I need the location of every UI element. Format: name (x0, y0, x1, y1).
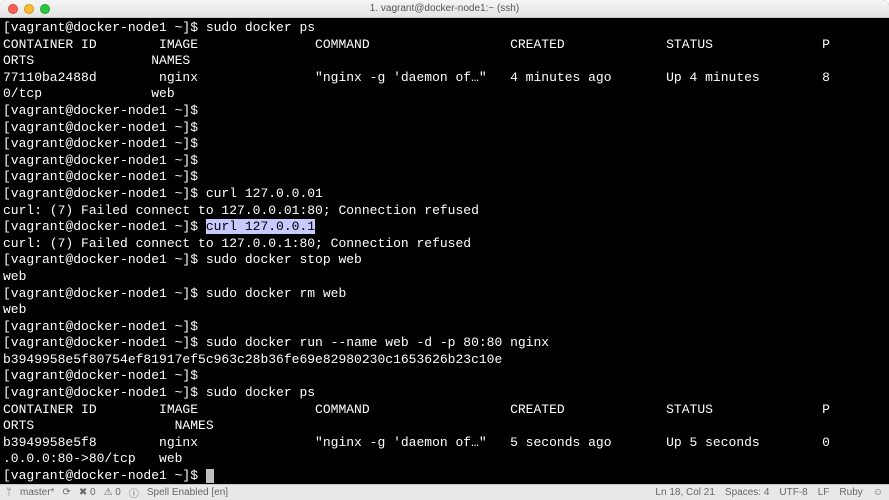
statusbar: ᛘ master* ⟳ ✖ 0 ⚠ 0 ⓘ Spell Enabled [en]… (0, 484, 889, 500)
titlebar: 1. vagrant@docker-node1:~ (ssh) (0, 0, 889, 18)
sync-button[interactable]: ⟳ (62, 487, 70, 498)
terminal-line: [vagrant@docker-node1 ~]$ (3, 153, 886, 170)
terminal-line: [vagrant@docker-node1 ~]$ (3, 120, 886, 137)
warnings-count[interactable]: ⚠ 0 (104, 487, 121, 498)
window: 1. vagrant@docker-node1:~ (ssh) [vagrant… (0, 0, 889, 500)
eol[interactable]: LF (818, 487, 830, 498)
terminal-line: [vagrant@docker-node1 ~]$ (3, 368, 886, 385)
terminal-line: [vagrant@docker-node1 ~]$ sudo docker rm… (3, 286, 886, 303)
terminal-line: [vagrant@docker-node1 ~]$ (3, 103, 886, 120)
terminal-line: [vagrant@docker-node1 ~]$ sudo docker st… (3, 252, 886, 269)
terminal-line: [vagrant@docker-node1 ~]$ sudo docker ps (3, 385, 886, 402)
branch-icon: ᛘ (6, 487, 12, 498)
spell-label[interactable]: Spell Enabled [en] (147, 487, 228, 498)
encoding[interactable]: UTF-8 (779, 487, 807, 498)
traffic-lights (8, 4, 50, 14)
terminal-line: CONTAINER ID IMAGE COMMAND CREATED STATU… (3, 37, 886, 54)
feedback-icon[interactable]: ☺ (873, 487, 883, 498)
terminal[interactable]: [vagrant@docker-node1 ~]$ sudo docker ps… (0, 18, 889, 484)
terminal-line: 77110ba2488d nginx "nginx -g 'daemon of…… (3, 70, 886, 87)
terminal-line: [vagrant@docker-node1 ~]$ (3, 319, 886, 336)
terminal-line: b3949958e5f8 nginx "nginx -g 'daemon of…… (3, 435, 886, 452)
info-icon: ⓘ (129, 485, 139, 500)
window-title: 1. vagrant@docker-node1:~ (ssh) (370, 3, 519, 14)
selection: curl 127.0.0.1 (206, 219, 315, 234)
terminal-line: [vagrant@docker-node1 ~]$ sudo docker ps (3, 20, 886, 37)
minimize-icon[interactable] (24, 4, 34, 14)
zoom-icon[interactable] (40, 4, 50, 14)
terminal-line: ORTS NAMES (3, 418, 886, 435)
indentation[interactable]: Spaces: 4 (725, 487, 769, 498)
terminal-line: [vagrant@docker-node1 ~]$ (3, 468, 886, 484)
close-icon[interactable] (8, 4, 18, 14)
errors-count[interactable]: ✖ 0 (79, 487, 96, 498)
cursor (206, 469, 214, 483)
git-branch[interactable]: master* (20, 487, 54, 498)
terminal-line: curl: (7) Failed connect to 127.0.0.1:80… (3, 236, 886, 253)
terminal-line: [vagrant@docker-node1 ~]$ sudo docker ru… (3, 335, 886, 352)
terminal-line: .0.0.0:80->80/tcp web (3, 451, 886, 468)
terminal-line: b3949958e5f80754ef81917ef5c963c28b36fe69… (3, 352, 886, 369)
terminal-line: curl: (7) Failed connect to 127.0.0.01:8… (3, 203, 886, 220)
terminal-line: [vagrant@docker-node1 ~]$ curl 127.0.0.0… (3, 186, 886, 203)
terminal-line: [vagrant@docker-node1 ~]$ curl 127.0.0.1 (3, 219, 886, 236)
terminal-line: web (3, 269, 886, 286)
terminal-line: web (3, 302, 886, 319)
terminal-line: [vagrant@docker-node1 ~]$ (3, 169, 886, 186)
language-mode[interactable]: Ruby (839, 487, 862, 498)
terminal-line: CONTAINER ID IMAGE COMMAND CREATED STATU… (3, 402, 886, 419)
cursor-position[interactable]: Ln 18, Col 21 (655, 487, 715, 498)
terminal-line: [vagrant@docker-node1 ~]$ (3, 136, 886, 153)
terminal-line: 0/tcp web (3, 86, 886, 103)
terminal-line: ORTS NAMES (3, 53, 886, 70)
